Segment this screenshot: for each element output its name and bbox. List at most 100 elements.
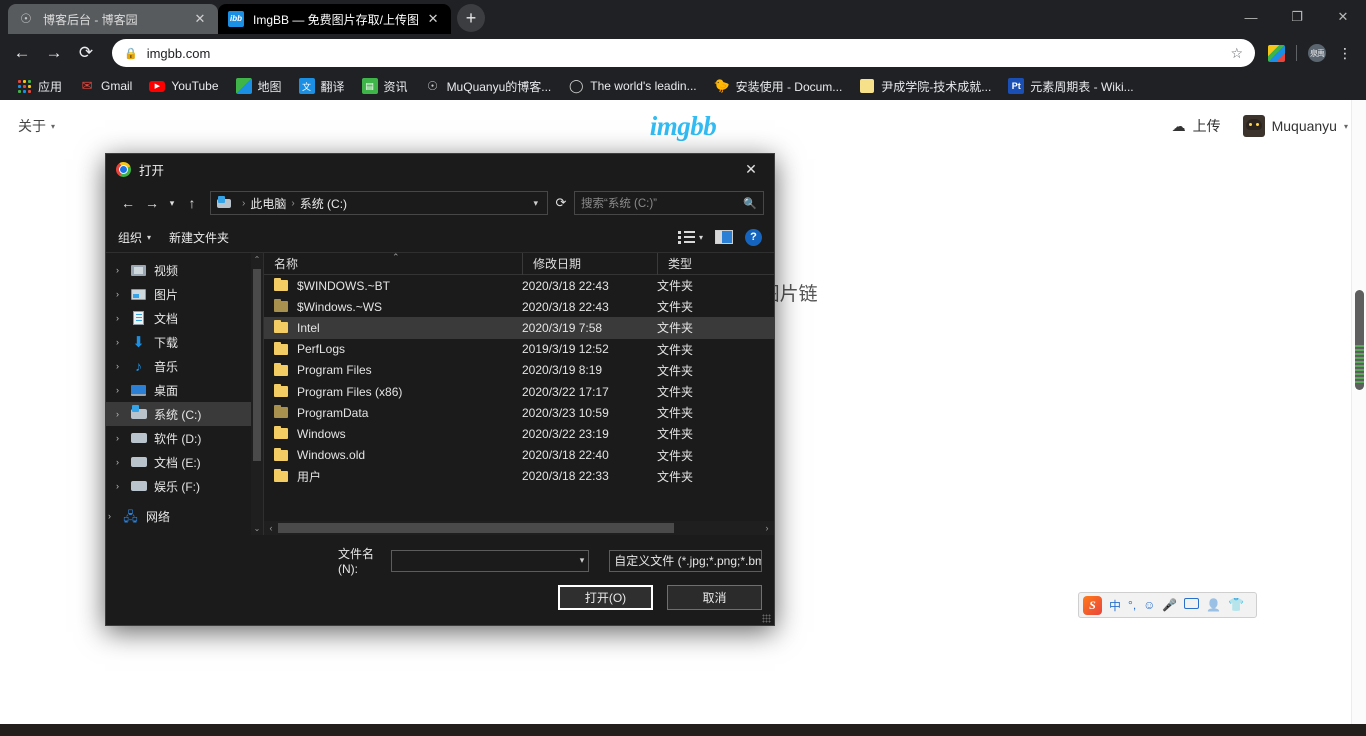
expander-icon[interactable]: › bbox=[116, 433, 130, 443]
reload-icon[interactable]: ⟳ bbox=[72, 39, 100, 67]
filename-input[interactable]: ▾ bbox=[391, 550, 589, 572]
expander-icon[interactable]: › bbox=[116, 481, 130, 491]
column-header-type[interactable]: 类型 bbox=[657, 253, 757, 275]
dialog-refresh-icon[interactable]: ⟳ bbox=[548, 191, 574, 215]
chevron-down-icon[interactable]: ▾ bbox=[528, 198, 543, 209]
table-row[interactable]: Intel 2020/3/19 7:58 文件夹 bbox=[264, 317, 774, 338]
table-row[interactable]: $Windows.~WS 2020/3/18 22:43 文件夹 bbox=[264, 296, 774, 317]
column-header-name[interactable]: 名称 ⌃ bbox=[264, 253, 522, 275]
tree-item-desktop[interactable]: › 桌面 bbox=[106, 378, 263, 402]
resize-grip[interactable] bbox=[762, 614, 771, 623]
gaode-extension-icon[interactable] bbox=[1263, 40, 1289, 66]
bookmark-maps[interactable]: 地图 bbox=[228, 75, 290, 98]
expander-icon[interactable]: › bbox=[108, 511, 122, 521]
bookmark-install-docs[interactable]: 🐤 安装使用 - Docum... bbox=[706, 75, 851, 98]
language-mode-icon[interactable]: 中 bbox=[1109, 597, 1121, 614]
forward-icon[interactable]: → bbox=[40, 39, 68, 67]
tree-item-documents[interactable]: › 文档 bbox=[106, 306, 263, 330]
table-row[interactable]: Program Files (x86) 2020/3/22 17:17 文件夹 bbox=[264, 381, 774, 402]
dialog-close-icon[interactable]: ✕ bbox=[734, 156, 768, 182]
expander-icon[interactable]: › bbox=[116, 265, 130, 275]
expander-icon[interactable]: › bbox=[116, 409, 130, 419]
scroll-right-icon[interactable]: › bbox=[760, 523, 774, 533]
expander-icon[interactable]: › bbox=[116, 313, 130, 323]
table-row[interactable]: ProgramData 2020/3/23 10:59 文件夹 bbox=[264, 402, 774, 423]
dialog-back-icon[interactable]: ← bbox=[116, 191, 140, 215]
bookmark-gmail[interactable]: ✉ Gmail bbox=[71, 75, 140, 97]
organize-button[interactable]: 组织 ▾ bbox=[118, 229, 151, 246]
table-row[interactable]: Program Files 2020/3/19 8:19 文件夹 bbox=[264, 360, 774, 381]
sidebar-scrollbar[interactable]: ⌃ ⌄ bbox=[251, 253, 263, 535]
tree-item-system-c[interactable]: › 系统 (C:) bbox=[106, 402, 263, 426]
table-row[interactable]: 用户 2020/3/18 22:33 文件夹 bbox=[264, 466, 774, 487]
microphone-icon[interactable]: 🎤 bbox=[1162, 598, 1177, 612]
user-icon[interactable]: 👤 bbox=[1206, 598, 1221, 612]
column-header-modified[interactable]: 修改日期 bbox=[522, 253, 657, 275]
tab-close-icon[interactable]: ✕ bbox=[425, 11, 441, 27]
bookmark-news[interactable]: ▤ 资讯 bbox=[354, 75, 416, 98]
minimize-icon[interactable]: — bbox=[1228, 0, 1274, 34]
tree-item-music[interactable]: › ♪ 音乐 bbox=[106, 354, 263, 378]
sogou-logo-icon[interactable]: S bbox=[1083, 596, 1102, 615]
table-row[interactable]: Windows 2020/3/22 23:19 文件夹 bbox=[264, 423, 774, 444]
nav-about[interactable]: 关于 ▾ bbox=[18, 116, 55, 136]
bookmark-cnblogs[interactable]: ☉ MuQuanyu的博客... bbox=[417, 75, 560, 98]
breadcrumb-item-1[interactable]: 系统 (C:) bbox=[300, 195, 347, 212]
tree-item-network[interactable]: › 🖧 网络 bbox=[106, 504, 263, 528]
table-row[interactable]: $WINDOWS.~BT 2020/3/18 22:43 文件夹 bbox=[264, 275, 774, 296]
emoji-icon[interactable]: ☺ bbox=[1143, 598, 1155, 612]
keyboard-icon[interactable] bbox=[1184, 598, 1199, 612]
bookmark-periodic-table[interactable]: Pt 元素周期表 - Wiki... bbox=[1000, 75, 1141, 98]
chevron-down-icon[interactable]: ▾ bbox=[580, 555, 585, 566]
cancel-button[interactable]: 取消 bbox=[667, 585, 762, 610]
dialog-recent-locations-icon[interactable]: ▾ bbox=[164, 191, 180, 215]
page-scrollbar[interactable] bbox=[1351, 100, 1366, 736]
sidebar-scrollbar-thumb[interactable] bbox=[253, 269, 261, 461]
dialog-forward-icon[interactable]: → bbox=[140, 191, 164, 215]
table-row[interactable]: PerfLogs 2019/3/19 12:52 文件夹 bbox=[264, 339, 774, 360]
close-window-icon[interactable]: ✕ bbox=[1320, 0, 1366, 34]
file-type-filter-select[interactable]: 自定义文件 (*.jpg;*.png;*.bmp ▾ bbox=[609, 550, 762, 572]
bookmark-world-leading[interactable]: ◯ The world's leadin... bbox=[560, 75, 704, 97]
open-button[interactable]: 打开(O) bbox=[558, 585, 653, 610]
browser-menu-icon[interactable]: ⋮ bbox=[1332, 40, 1358, 66]
file-list-hscrollbar[interactable]: ‹ › bbox=[264, 521, 774, 535]
bookmark-translate[interactable]: 文 翻译 bbox=[291, 75, 353, 98]
hscrollbar-thumb[interactable] bbox=[278, 523, 674, 533]
bookmark-youtube[interactable]: ▶ YouTube bbox=[141, 75, 226, 97]
new-folder-button[interactable]: 新建文件夹 bbox=[169, 229, 229, 246]
bookmark-star-icon[interactable]: ☆ bbox=[1230, 45, 1243, 62]
quanyu-extension-icon[interactable]: 泉禹 bbox=[1304, 40, 1330, 66]
tree-item-software-d[interactable]: › 软件 (D:) bbox=[106, 426, 263, 450]
tree-item-documents-e[interactable]: › 文档 (E:) bbox=[106, 450, 263, 474]
hscrollbar-track[interactable] bbox=[278, 521, 760, 535]
scroll-down-icon[interactable]: ⌄ bbox=[251, 522, 263, 535]
tab-close-icon[interactable]: ✕ bbox=[192, 11, 208, 27]
tree-item-entertainment-f[interactable]: › 娱乐 (F:) bbox=[106, 474, 263, 498]
maximize-icon[interactable]: ❐ bbox=[1274, 0, 1320, 34]
scroll-up-icon[interactable]: ⌃ bbox=[251, 253, 263, 266]
tab-blog[interactable]: ☉ 博客后台 - 博客园 ✕ bbox=[8, 4, 218, 34]
new-tab-button[interactable]: + bbox=[457, 4, 485, 32]
address-bar[interactable]: 🔒 imgbb.com ☆ bbox=[112, 39, 1255, 67]
expander-icon[interactable]: › bbox=[116, 385, 130, 395]
table-row[interactable]: Windows.old 2020/3/18 22:40 文件夹 bbox=[264, 445, 774, 466]
expander-icon[interactable]: › bbox=[116, 361, 130, 371]
tab-imgbb[interactable]: ibb ImgBB — 免费图片存取/上传图 ✕ bbox=[218, 4, 451, 34]
back-icon[interactable]: ← bbox=[8, 39, 36, 67]
user-menu[interactable]: Muquanyu ▾ bbox=[1243, 115, 1348, 137]
help-icon[interactable]: ? bbox=[745, 229, 762, 246]
bookmark-apps[interactable]: 应用 bbox=[8, 75, 70, 98]
expander-icon[interactable]: › bbox=[116, 289, 130, 299]
expander-icon[interactable]: › bbox=[116, 337, 130, 347]
breadcrumb-item-0[interactable]: 此电脑 bbox=[250, 195, 286, 212]
preview-pane-icon[interactable] bbox=[715, 230, 733, 244]
imgbb-logo[interactable]: imgbb bbox=[0, 111, 1366, 142]
upload-button[interactable]: ☁ 上传 bbox=[1172, 116, 1221, 136]
tree-item-downloads[interactable]: › ⬇ 下载 bbox=[106, 330, 263, 354]
scroll-left-icon[interactable]: ‹ bbox=[264, 523, 278, 533]
breadcrumb[interactable]: › 此电脑 › 系统 (C:) ▾ bbox=[210, 191, 548, 215]
expander-icon[interactable]: › bbox=[116, 457, 130, 467]
dialog-up-icon[interactable]: ↑ bbox=[180, 191, 204, 215]
view-list-icon[interactable]: ▾ bbox=[678, 231, 703, 244]
